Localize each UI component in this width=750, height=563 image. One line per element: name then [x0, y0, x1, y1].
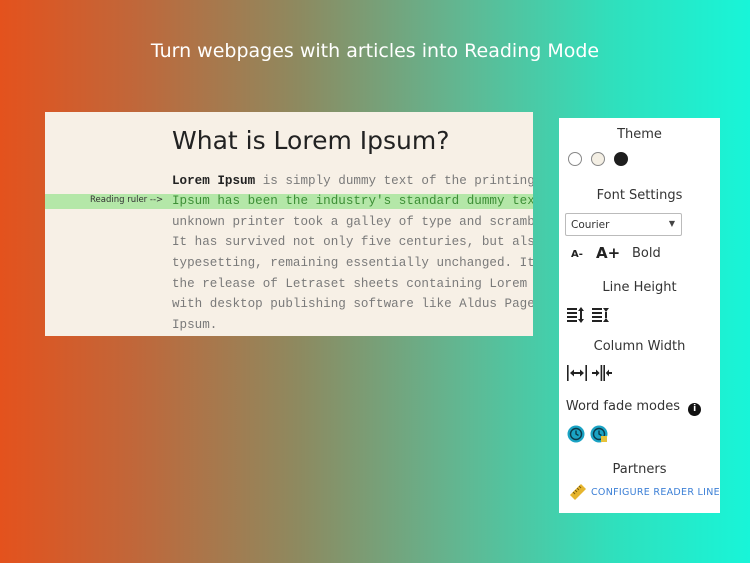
article-bold-term: Lorem Ipsum	[172, 174, 256, 188]
word-fade-heading-text: Word fade modes	[565, 399, 680, 414]
theme-white-swatch[interactable]	[568, 152, 582, 166]
font-family-value: Courier	[571, 219, 610, 231]
configure-reader-line-link[interactable]: CONFIGURE READER LINE	[569, 484, 720, 500]
font-decrease-button[interactable]: A-	[571, 249, 583, 260]
article-line-text: is simply dummy text of the printing a	[255, 174, 533, 188]
headline: Turn webpages with articles into Reading…	[150, 40, 600, 62]
article-title: What is Lorem Ipsum?	[172, 126, 450, 155]
configure-reader-line-text: CONFIGURE READER LINE	[591, 486, 720, 498]
word-fade-mode-2-icon[interactable]	[590, 425, 608, 447]
article-line: Lorem Ipsum is simply dummy text of the …	[172, 174, 533, 188]
ruler-icon	[570, 484, 586, 500]
bold-toggle-button[interactable]: Bold	[632, 246, 661, 261]
reading-ruler-label: Reading ruler -->	[90, 195, 164, 205]
settings-panel: Theme Font Settings Courier ▼ A- A+ Bold…	[559, 118, 720, 513]
article-line: unknown printer took a galley of type an…	[172, 215, 533, 229]
article-line: with desktop publishing software like Al…	[172, 297, 533, 311]
font-family-select[interactable]: Courier ▼	[565, 213, 682, 236]
line-height-decrease-icon[interactable]	[592, 306, 610, 328]
partners-heading: Partners	[612, 462, 667, 477]
theme-heading: Theme	[617, 127, 662, 142]
info-icon[interactable]: i	[688, 403, 702, 416]
column-width-increase-icon[interactable]	[567, 364, 587, 386]
theme-dark-swatch[interactable]	[614, 152, 628, 166]
article-line-ruled: Ipsum has been the industry's standard d…	[172, 194, 533, 208]
line-height-heading: Line Height	[602, 280, 677, 295]
article-line: Ipsum.	[172, 318, 218, 332]
article-line: It has survived not only five centuries,…	[172, 235, 533, 249]
font-increase-button[interactable]: A+	[596, 244, 620, 262]
article-line: the release of Letraset sheets containin…	[172, 277, 533, 291]
word-fade-heading: Word fade modes i	[553, 399, 714, 416]
article-line: typesetting, remaining essentially uncha…	[172, 256, 533, 270]
column-width-decrease-icon[interactable]	[592, 364, 612, 386]
font-settings-heading: Font Settings	[596, 188, 683, 203]
line-height-increase-icon[interactable]	[567, 306, 585, 328]
article-preview: What is Lorem Ipsum? Reading ruler --> L…	[45, 112, 533, 336]
chevron-down-icon: ▼	[668, 219, 675, 228]
column-width-heading: Column Width	[593, 339, 686, 354]
word-fade-mode-1-icon[interactable]	[567, 425, 585, 447]
theme-cream-swatch[interactable]	[591, 152, 605, 166]
